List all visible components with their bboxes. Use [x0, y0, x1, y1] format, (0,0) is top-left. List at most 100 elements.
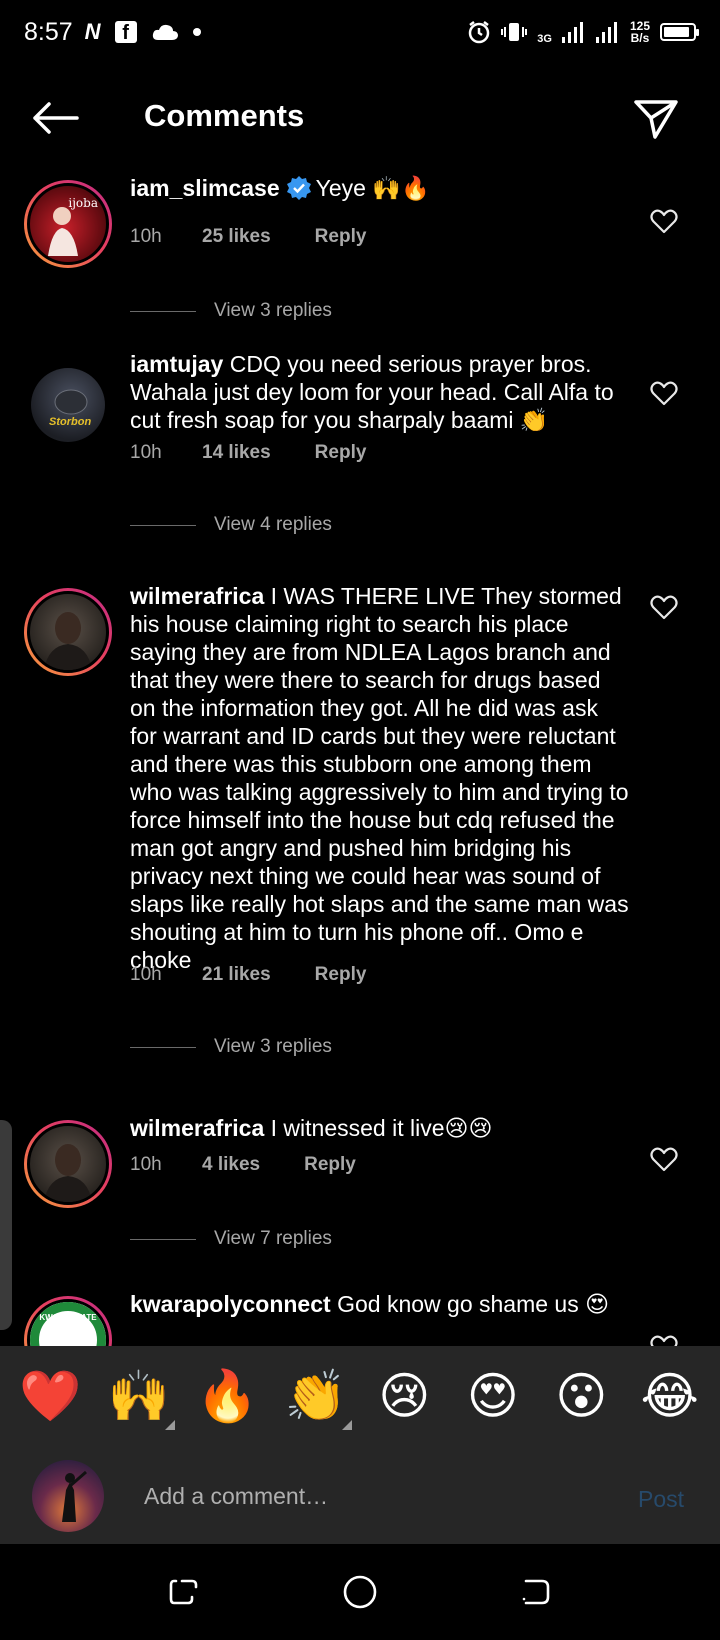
netflix-icon: N: [84, 19, 101, 44]
comment-username[interactable]: iam_slimcase: [130, 175, 280, 201]
comment-username[interactable]: wilmerafrica: [130, 1115, 264, 1141]
heart-icon[interactable]: [650, 208, 678, 234]
avatar-figure: [44, 1144, 92, 1202]
my-avatar: [32, 1460, 104, 1532]
avatar-caption: KWARA STATE: [39, 1313, 97, 1322]
home-circle-icon: [343, 1575, 377, 1609]
reaction-heart-eyes[interactable]: 😍: [453, 1356, 533, 1436]
reaction-crying[interactable]: 😢: [364, 1356, 444, 1436]
status-right-icons: 3G 125 B/s: [467, 19, 699, 45]
reply-button[interactable]: Reply: [304, 1154, 356, 1176]
heart-icon[interactable]: [650, 1334, 678, 1346]
avatar[interactable]: KWARA STATE: [24, 1296, 112, 1346]
comment-text-block: kwarapolyconnect God know go shame us 😍: [130, 1290, 630, 1318]
net-speed-indicator: 125 B/s: [630, 20, 650, 44]
avatar[interactable]: [24, 588, 112, 676]
facebook-icon: f: [114, 21, 137, 44]
back-nav-button[interactable]: [514, 1570, 558, 1614]
reaction-emoji: ❤️: [19, 1367, 82, 1424]
reaction-heart[interactable]: ❤️: [10, 1356, 90, 1436]
comment-username[interactable]: wilmerafrica: [130, 583, 264, 609]
comment-likes[interactable]: 4 likes: [202, 1154, 260, 1176]
reaction-emoji: 👏: [284, 1367, 347, 1424]
recents-icon: [169, 1579, 198, 1605]
reply-button[interactable]: Reply: [315, 226, 367, 248]
reaction-emoji: 😢: [378, 1368, 431, 1424]
comment-likes[interactable]: 21 likes: [202, 964, 271, 986]
dot-icon: [192, 28, 201, 36]
divider-line: [130, 1238, 196, 1240]
avatar[interactable]: [24, 1120, 112, 1208]
comment-time: 10h: [130, 226, 162, 247]
comment-meta: 10h 25 likes Reply: [130, 226, 366, 248]
status-bar: 8:57 N f 3G 125 B/s: [0, 0, 720, 64]
alarm-icon: [469, 21, 490, 44]
reaction-emoji: 😍: [466, 1368, 519, 1424]
quick-reactions-bar: ❤️ 🙌 🔥 👏 😢 😍 😮 😂: [0, 1346, 720, 1446]
edge-panel-handle[interactable]: [0, 1120, 12, 1330]
status-time: 8:57: [24, 17, 73, 46]
battery-fill: [664, 27, 689, 37]
paper-plane-icon: [634, 100, 678, 139]
comments-list[interactable]: ijoba iam_slimcase Yeye 🙌🔥 10h 25 likes R…: [0, 170, 720, 1346]
skin-tone-indicator: [341, 1420, 352, 1430]
reaction-raised-hands[interactable]: 🙌: [99, 1356, 179, 1436]
comment-text: Yeye 🙌🔥: [315, 175, 430, 201]
post-button[interactable]: Post: [638, 1486, 684, 1513]
comment-meta: 10h 21 likes Reply: [130, 964, 366, 986]
comment-likes[interactable]: 25 likes: [202, 226, 271, 248]
reaction-fire[interactable]: 🔥: [187, 1356, 267, 1436]
divider-line: [130, 1046, 196, 1048]
view-replies-button[interactable]: View 3 replies: [130, 300, 332, 322]
comment-likes[interactable]: 14 likes: [202, 442, 271, 464]
view-replies-label: View 4 replies: [214, 514, 332, 535]
verified-badge-icon: [286, 176, 311, 200]
reaction-laughing[interactable]: 😂: [630, 1356, 710, 1436]
home-button[interactable]: [338, 1570, 382, 1614]
comment-username[interactable]: kwarapolyconnect: [130, 1291, 331, 1317]
view-replies-button[interactable]: View 3 replies: [130, 1036, 332, 1058]
view-replies-label: View 3 replies: [214, 300, 332, 321]
avatar[interactable]: ijoba: [24, 180, 112, 268]
avatar-figure: [30, 1302, 106, 1346]
avatar-figure: [62, 1470, 87, 1522]
reaction-clap[interactable]: 👏: [276, 1356, 356, 1436]
view-replies-label: View 3 replies: [214, 1036, 332, 1057]
comments-header: Comments: [0, 80, 720, 156]
battery-icon: [660, 23, 699, 41]
view-replies-button[interactable]: View 4 replies: [130, 514, 332, 536]
comment-time: 10h: [130, 964, 162, 985]
comment-text-block: iamtujay CDQ you need serious prayer bro…: [130, 350, 630, 434]
heart-icon[interactable]: [650, 594, 678, 620]
back-button[interactable]: [28, 96, 82, 140]
comment-composer: Post: [0, 1446, 720, 1544]
comment-text-block: iam_slimcase Yeye 🙌🔥: [130, 174, 630, 202]
comment-text-block: wilmerafrica I WAS THERE LIVE They storm…: [130, 582, 630, 974]
recents-button[interactable]: [162, 1570, 206, 1614]
reaction-surprised[interactable]: 😮: [541, 1356, 621, 1436]
reply-button[interactable]: Reply: [315, 964, 367, 986]
cloud-icon: [152, 24, 178, 40]
comment-input[interactable]: [144, 1474, 594, 1518]
comment-meta: 10h 4 likes Reply: [130, 1154, 356, 1176]
system-navigation-bar: [0, 1544, 720, 1640]
comment-username[interactable]: iamtujay: [130, 351, 223, 377]
avatar[interactable]: Storbon: [31, 368, 105, 442]
reply-button[interactable]: Reply: [315, 442, 367, 464]
notification-icons: N f: [85, 19, 201, 45]
page-title: Comments: [144, 98, 305, 133]
reaction-emoji: 😂: [640, 1368, 699, 1424]
avatar-caption: Storbon: [49, 416, 92, 428]
avatar-figure: [44, 612, 92, 670]
comment-text: God know go shame us 😍: [337, 1291, 610, 1317]
comment-time: 10h: [130, 442, 162, 463]
divider-line: [130, 524, 196, 526]
share-button[interactable]: [630, 96, 682, 142]
comment-text: I WAS THERE LIVE They stormed his house …: [130, 583, 629, 973]
heart-icon[interactable]: [650, 1146, 678, 1172]
view-replies-button[interactable]: View 7 replies: [130, 1228, 332, 1250]
heart-icon[interactable]: [650, 380, 678, 406]
reaction-emoji: 🔥: [196, 1367, 259, 1424]
reaction-emoji: 🙌: [107, 1367, 170, 1424]
network-type-label: 3G: [537, 33, 552, 45]
